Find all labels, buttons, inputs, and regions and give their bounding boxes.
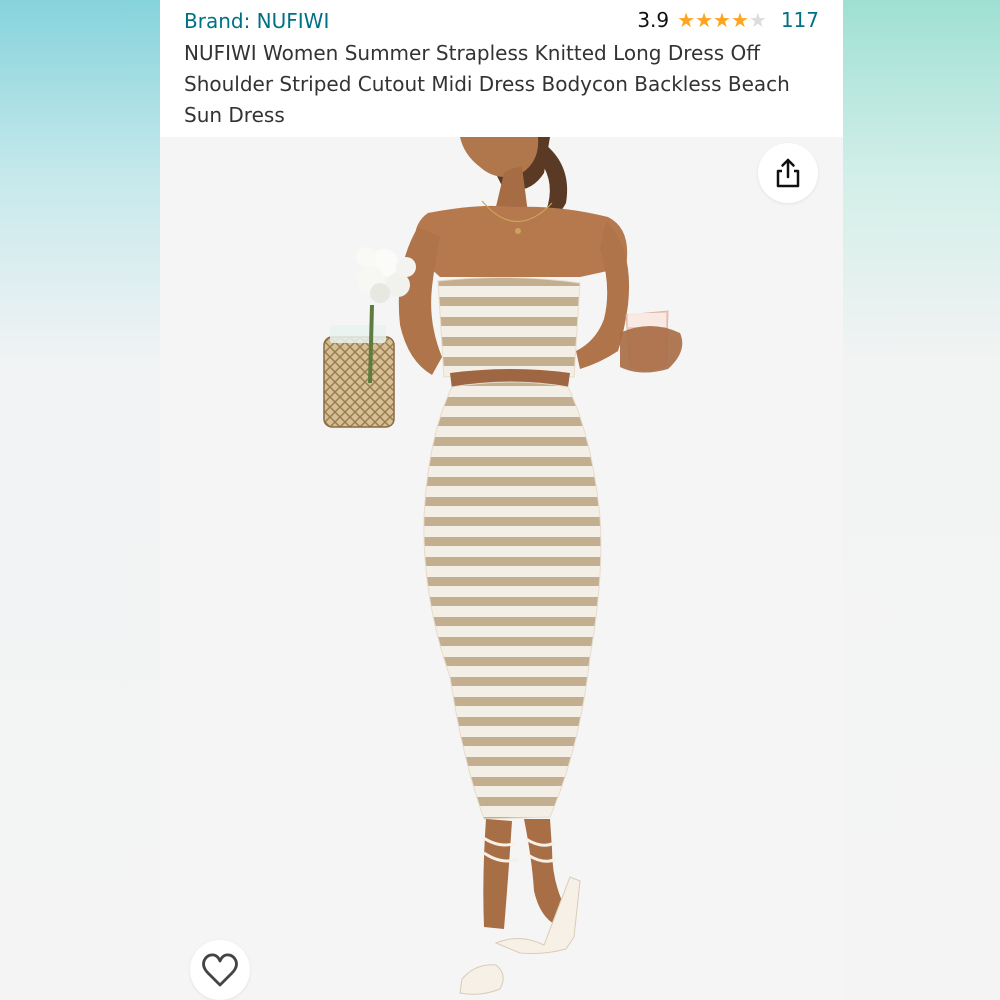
product-header: Brand: NUFIWI 3.9 ★ ★ ★ ★ ★ 117 NUFIWI W… bbox=[160, 0, 843, 137]
rating-count-link[interactable]: 117 bbox=[781, 8, 819, 32]
star-icon: ★ bbox=[713, 8, 731, 32]
product-image bbox=[323, 137, 683, 995]
product-image-area[interactable] bbox=[160, 137, 843, 1000]
rating-value: 3.9 bbox=[637, 8, 670, 32]
star-icon: ★ bbox=[748, 8, 767, 32]
brand-link[interactable]: Brand: NUFIWI bbox=[184, 9, 329, 33]
share-icon bbox=[776, 158, 800, 188]
star-icon: ★ bbox=[677, 8, 696, 32]
star-icon: ★ bbox=[695, 8, 713, 32]
product-panel: Brand: NUFIWI 3.9 ★ ★ ★ ★ ★ 117 NUFIWI W… bbox=[160, 0, 843, 1000]
favorite-button[interactable] bbox=[190, 940, 250, 1000]
right-background bbox=[843, 0, 1000, 1000]
rating-stars: ★ ★ ★ ★ ★ bbox=[677, 10, 767, 30]
product-title: NUFIWI Women Summer Strapless Knitted Lo… bbox=[184, 41, 790, 127]
heart-icon bbox=[202, 953, 238, 987]
rating-summary[interactable]: 3.9 ★ ★ ★ ★ ★ 117 bbox=[637, 8, 819, 32]
star-icon: ★ bbox=[730, 8, 749, 32]
share-button[interactable] bbox=[758, 143, 818, 203]
